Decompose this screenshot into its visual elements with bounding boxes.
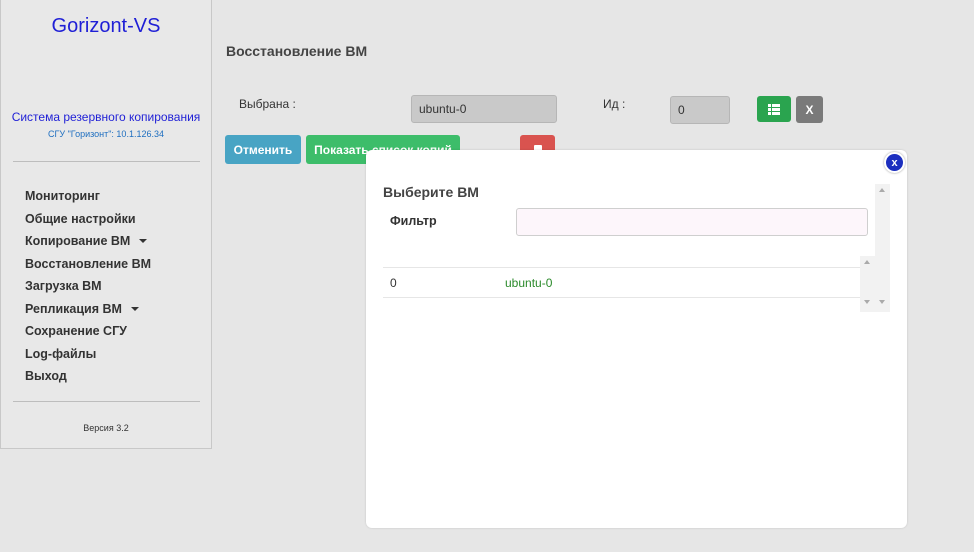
- sidebar-item-vm-load[interactable]: Загрузка ВМ: [25, 275, 151, 298]
- sidebar-item-label: Сохранение СГУ: [25, 324, 127, 339]
- vm-table: 0 ubuntu-0: [383, 256, 860, 298]
- sidebar-item-label: Копирование ВМ: [25, 234, 131, 249]
- vm-id-cell: 0: [390, 275, 397, 290]
- cancel-button[interactable]: Отменить: [225, 135, 301, 164]
- sidebar-item-save-sgu[interactable]: Сохранение СГУ: [25, 320, 151, 343]
- scroll-down-icon[interactable]: [864, 300, 870, 304]
- sidebar-item-label: Загрузка ВМ: [25, 279, 102, 294]
- caret-down-icon: [130, 306, 139, 311]
- vm-id-field: 0: [670, 96, 730, 124]
- sidebar-item-label: Репликация ВМ: [25, 301, 122, 316]
- caret-down-icon: [139, 239, 148, 244]
- sidebar-item-label: Восстановление ВМ: [25, 256, 152, 271]
- system-title: Система резервного копирования: [11, 110, 201, 124]
- sidebar-menu: Мониторинг Общие настройки Копирование В…: [25, 185, 151, 388]
- clear-selection-button[interactable]: X: [796, 96, 823, 123]
- modal-title: Выберите ВМ: [383, 184, 479, 200]
- list-icon: [768, 103, 780, 115]
- selected-vm-field: ubuntu-0: [411, 95, 557, 123]
- sidebar-item-vm-backup[interactable]: Копирование ВМ: [25, 230, 151, 253]
- select-vm-modal: [366, 150, 907, 528]
- page-title: Восстановление ВМ: [226, 43, 368, 59]
- sidebar-item-label: Log-файлы: [25, 346, 97, 361]
- sidebar-divider: [13, 401, 200, 402]
- sidebar-divider: [13, 161, 200, 162]
- sidebar-item-vm-restore[interactable]: Восстановление ВМ: [25, 253, 151, 276]
- id-label: Ид :: [603, 97, 626, 111]
- sidebar-item-logout[interactable]: Выход: [25, 365, 151, 388]
- filter-label: Фильтр: [390, 214, 437, 228]
- sidebar-item-general-settings[interactable]: Общие настройки: [25, 208, 151, 231]
- table-row[interactable]: 0 ubuntu-0: [383, 268, 860, 298]
- scroll-down-icon[interactable]: [879, 300, 885, 304]
- sidebar-item-label: Выход: [25, 369, 67, 384]
- filter-input[interactable]: [516, 208, 868, 236]
- modal-scrollbar[interactable]: [875, 184, 890, 312]
- app-root: Gorizont-VS Система резервного копирован…: [0, 0, 974, 552]
- scroll-up-icon[interactable]: [864, 260, 870, 264]
- version-label: Версия 3.2: [83, 423, 129, 433]
- select-vm-list-button[interactable]: [757, 96, 791, 122]
- sidebar-item-label: Мониторинг: [25, 189, 100, 204]
- selected-label: Выбрана :: [239, 97, 296, 111]
- sidebar: Gorizont-VS Система резервного копирован…: [0, 0, 212, 449]
- modal-close-button[interactable]: x: [884, 152, 905, 173]
- sidebar-item-label: Общие настройки: [25, 211, 136, 226]
- sidebar-item-monitoring[interactable]: Мониторинг: [25, 185, 151, 208]
- scroll-up-icon[interactable]: [879, 188, 885, 192]
- sidebar-item-vm-replication[interactable]: Репликация ВМ: [25, 298, 151, 321]
- system-subtitle: СГУ "Горизонт": 10.1.126.34: [48, 129, 164, 139]
- sidebar-item-log-files[interactable]: Log-файлы: [25, 343, 151, 366]
- table-scrollbar[interactable]: [860, 256, 875, 312]
- brand-title: Gorizont-VS: [51, 15, 161, 37]
- vm-name-cell[interactable]: ubuntu-0: [505, 276, 552, 290]
- table-header: [383, 256, 860, 268]
